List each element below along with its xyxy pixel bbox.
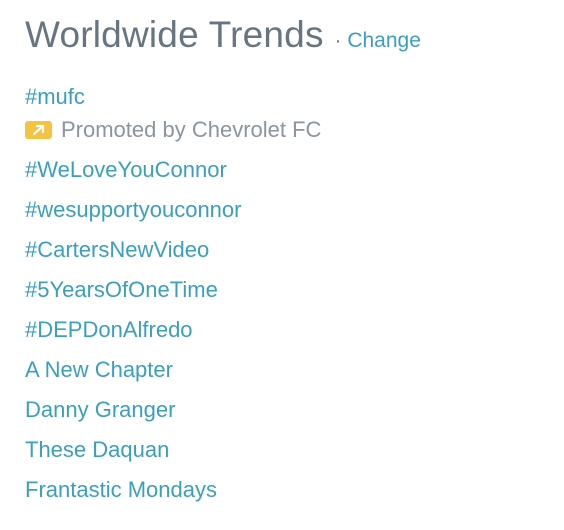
change-location-link[interactable]: Change [347, 29, 421, 53]
trends-title: Worldwide Trends [25, 14, 324, 55]
trend-item[interactable]: #5YearsOfOneTime [25, 270, 321, 310]
trend-item[interactable]: #DEPDonAlfredo [25, 310, 321, 350]
trend-item[interactable]: Frantastic Mondays [25, 470, 321, 510]
trend-item-promoted[interactable]: #mufc [25, 80, 321, 114]
trend-item[interactable]: A New Chapter [25, 350, 321, 390]
trend-item[interactable]: #WeLoveYouConnor [25, 150, 321, 190]
promoted-arrow-icon-svg [32, 124, 44, 136]
trend-item[interactable]: #wesupportyouconnor [25, 190, 321, 230]
promoted-label: Promoted by Chevrolet FC [25, 114, 321, 146]
promoted-arrow-icon [25, 121, 52, 139]
header-separator: · [334, 30, 342, 52]
promoted-by-text: Promoted by Chevrolet FC [61, 117, 322, 142]
trend-item[interactable]: #CartersNewVideo [25, 230, 321, 270]
trends-module: Worldwide Trends · Change #mufc Promoted… [0, 0, 564, 530]
trend-item[interactable]: These Daquan [25, 430, 321, 470]
trends-list: #mufc Promoted by Chevrolet FC #WeLoveYo… [25, 80, 321, 510]
trends-header: Worldwide Trends · Change [25, 14, 421, 56]
trend-item[interactable]: Danny Granger [25, 390, 321, 430]
